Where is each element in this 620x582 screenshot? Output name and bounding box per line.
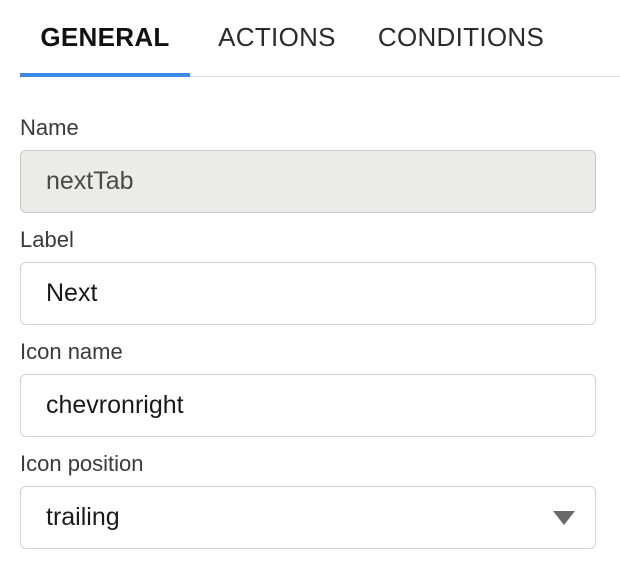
- icon-position-select[interactable]: trailing: [20, 486, 596, 549]
- icon-position-field-label: Icon position: [20, 451, 144, 476]
- label-field-value: Next: [46, 279, 98, 307]
- icon-name-field-value: chevronright: [46, 391, 184, 419]
- name-field: nextTab: [20, 150, 596, 213]
- label-field-label: Label: [20, 227, 74, 252]
- tab-general[interactable]: GENERAL: [20, 0, 190, 77]
- tab-bar: GENERAL ACTIONS CONDITIONS: [20, 0, 620, 77]
- active-tab-indicator: [20, 73, 190, 77]
- tab-general-label: GENERAL: [40, 22, 170, 52]
- icon-position-select-value: trailing: [46, 503, 120, 531]
- icon-name-field[interactable]: chevronright: [20, 374, 596, 437]
- tab-actions-label: ACTIONS: [218, 22, 336, 52]
- icon-name-field-label: Icon name: [20, 339, 123, 364]
- tab-conditions-label: CONDITIONS: [377, 22, 545, 52]
- tab-actions[interactable]: ACTIONS: [202, 0, 352, 77]
- name-field-value: nextTab: [46, 167, 134, 195]
- name-field-label: Name: [20, 115, 79, 140]
- chevron-down-icon[interactable]: [553, 510, 575, 525]
- properties-panel: GENERAL ACTIONS CONDITIONS Name nextTab …: [0, 0, 620, 582]
- label-field[interactable]: Next: [20, 262, 596, 325]
- tab-conditions[interactable]: CONDITIONS: [366, 0, 556, 77]
